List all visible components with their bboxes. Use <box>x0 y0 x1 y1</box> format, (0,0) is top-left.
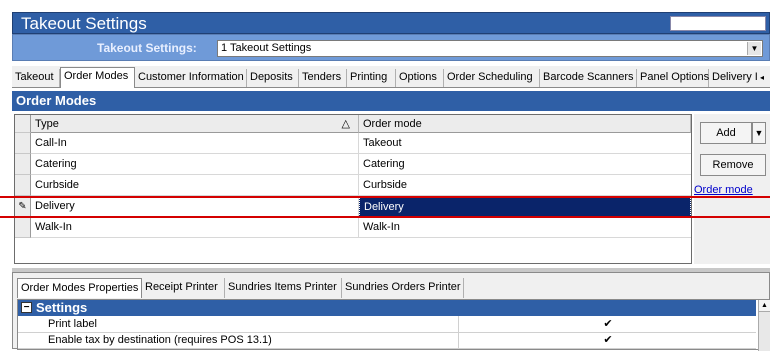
table-row-mode[interactable]: Walk-In <box>359 217 691 238</box>
add-dropdown-icon[interactable]: ▼ <box>752 122 766 144</box>
tab-panel-options[interactable]: Panel Options <box>637 69 709 87</box>
order-modes-actions: Add ▼ Remove Order mode <box>694 114 770 264</box>
tab-order-scheduling[interactable]: Order Scheduling <box>444 69 540 87</box>
tab-options[interactable]: Options <box>396 69 444 87</box>
settings-selector-value: 1 Takeout Settings <box>221 42 312 54</box>
collapse-icon[interactable]: − <box>21 302 32 313</box>
row-selector[interactable] <box>15 175 31 196</box>
row-selector[interactable] <box>15 217 31 238</box>
sort-ascending-icon: △ <box>341 118 350 130</box>
properties-scrollbar[interactable]: ▲ <box>758 300 770 351</box>
settings-selector-dropdown[interactable]: 1 Takeout Settings ▼ <box>217 40 763 57</box>
properties-grid: − Settings Print label ✔ Enable tax by d… <box>17 299 770 351</box>
dropdown-arrow-icon[interactable]: ▼ <box>747 42 761 55</box>
tab-order-modes[interactable]: Order Modes <box>60 67 135 88</box>
tax-by-destination-checkbox[interactable]: ✔ <box>458 332 757 348</box>
tab-takeout[interactable]: Takeout <box>12 69 60 87</box>
settings-selector-label: Takeout Settings: <box>97 41 197 55</box>
edit-pencil-icon[interactable]: ✎ <box>15 196 31 217</box>
scroll-up-icon[interactable]: ▲ <box>759 300 770 312</box>
order-modes-title: Order Modes <box>16 93 97 108</box>
tab-scroll-left-icon[interactable]: ◂ <box>760 69 770 87</box>
settings-section-header[interactable]: − Settings <box>18 300 756 316</box>
table-row-type[interactable]: Curbside <box>31 175 359 196</box>
row-selector[interactable] <box>15 154 31 175</box>
remove-button[interactable]: Remove <box>700 154 766 176</box>
order-modes-grid: Type △ Order mode Call-In Takeout Cateri… <box>14 114 692 264</box>
row-selector[interactable] <box>15 133 31 154</box>
order-modes-header: Order Modes <box>12 91 770 111</box>
property-label: Enable tax by destination (requires POS … <box>48 334 272 346</box>
print-label-checkbox[interactable]: ✔ <box>458 316 757 332</box>
table-row-mode-selected[interactable]: Delivery <box>359 196 691 217</box>
table-row-mode[interactable]: Catering <box>359 154 691 175</box>
settings-section-label: Settings <box>36 300 88 315</box>
tab-receipt-printer[interactable]: Receipt Printer <box>142 278 225 298</box>
title-search-box[interactable] <box>670 16 766 31</box>
order-mode-link[interactable]: Order mode <box>694 184 753 196</box>
table-row-type[interactable]: Call-In <box>31 133 359 154</box>
table-row-type[interactable]: Catering <box>31 154 359 175</box>
property-row: Print label ✔ <box>18 316 756 333</box>
tab-printing[interactable]: Printing <box>347 69 396 87</box>
tab-barcode-scanners[interactable]: Barcode Scanners <box>540 69 637 87</box>
property-row: Enable tax by destination (requires POS … <box>18 332 756 349</box>
column-header-type[interactable]: Type △ <box>31 115 359 133</box>
table-row-mode[interactable]: Curbside <box>359 175 691 196</box>
table-row-type[interactable]: Delivery <box>31 196 359 217</box>
tab-tenders[interactable]: Tenders <box>299 69 347 87</box>
grid-corner <box>15 115 31 133</box>
tab-order-modes-properties[interactable]: Order Modes Properties <box>17 278 142 298</box>
window-title-bar: Takeout Settings <box>12 12 770 34</box>
settings-tab-strip: Takeout Order Modes Customer Information… <box>12 66 770 88</box>
highlight-line-top <box>0 196 770 198</box>
tab-sundries-items-printer[interactable]: Sundries Items Printer <box>225 278 342 298</box>
settings-selector-bar: Takeout Settings: 1 Takeout Settings ▼ <box>12 34 770 61</box>
tab-deposits[interactable]: Deposits <box>247 69 299 87</box>
add-button[interactable]: Add <box>700 122 752 144</box>
column-header-order-mode[interactable]: Order mode <box>359 115 691 133</box>
tab-delivery[interactable]: Delivery I <box>709 69 761 87</box>
property-label: Print label <box>48 318 97 330</box>
table-row-mode[interactable]: Takeout <box>359 133 691 154</box>
highlight-line-bottom <box>0 216 770 218</box>
column-header-type-label: Type <box>35 118 59 130</box>
window-title: Takeout Settings <box>21 14 147 33</box>
properties-panel: Order Modes Properties Receipt Printer S… <box>12 272 770 351</box>
table-row-type[interactable]: Walk-In <box>31 217 359 238</box>
tab-customer-information[interactable]: Customer Information <box>135 69 247 87</box>
tab-sundries-orders-printer[interactable]: Sundries Orders Printer <box>342 278 464 298</box>
